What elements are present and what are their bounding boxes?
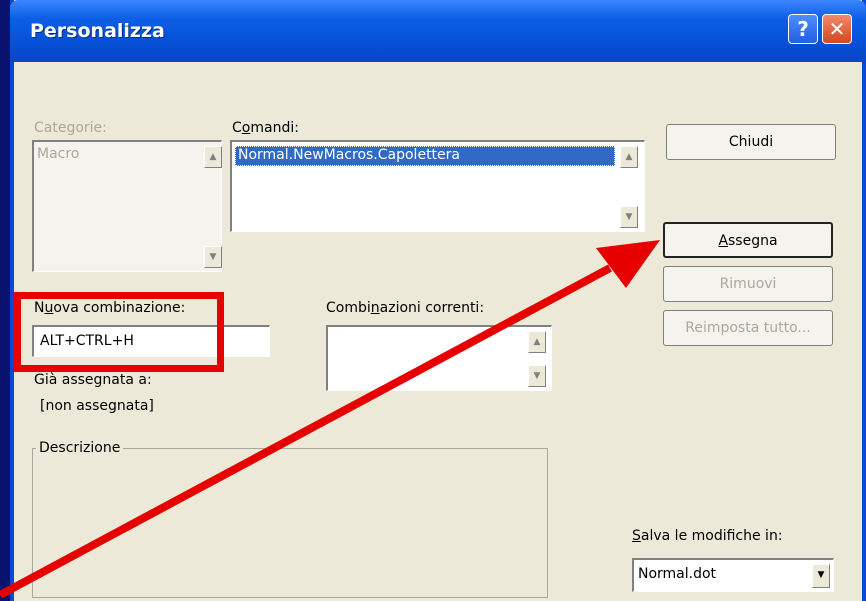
arrow-line xyxy=(0,264,612,599)
arrow-head-icon xyxy=(596,240,660,288)
annotation-arrow xyxy=(0,240,660,599)
